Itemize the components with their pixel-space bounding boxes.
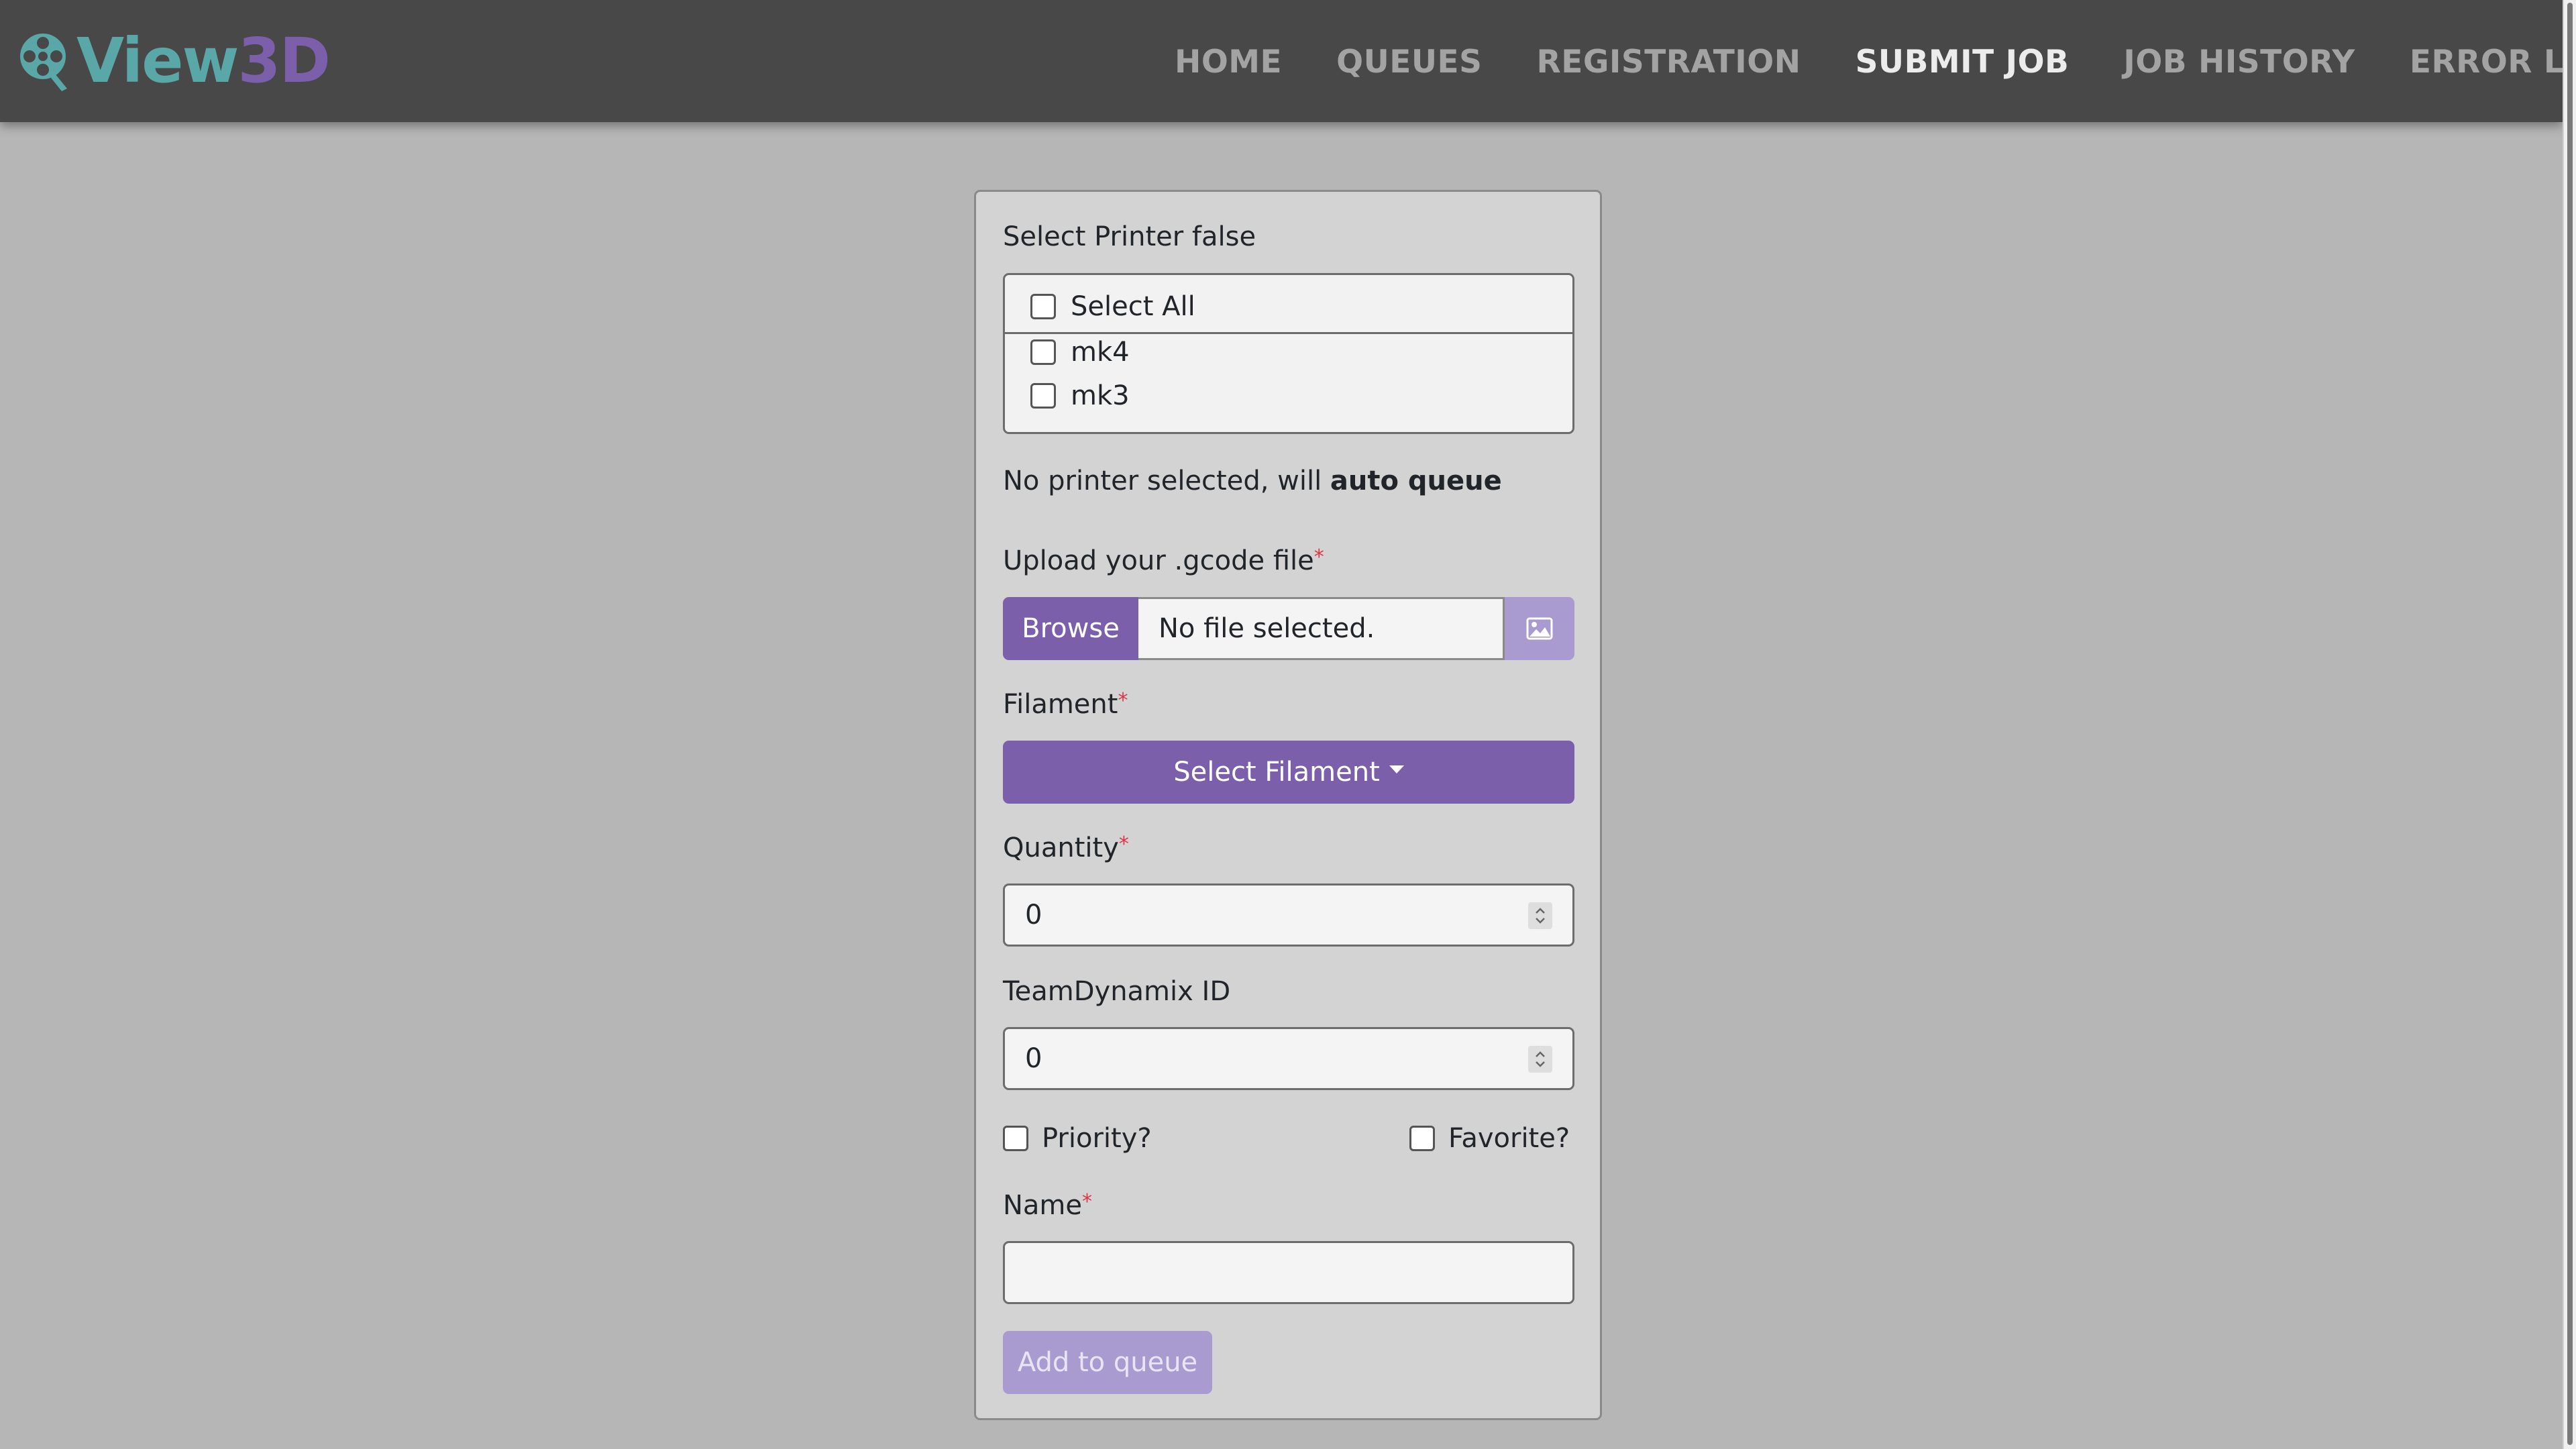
printer-status-bold: auto queue (1330, 466, 1502, 496)
filament-label-text: Filament (1003, 689, 1118, 720)
select-filament-dropdown[interactable]: Select Filament (1003, 741, 1574, 804)
printer-label-mk4: mk4 (1071, 337, 1130, 368)
favorite-checkbox[interactable] (1409, 1126, 1435, 1151)
submit-job-form: Select Printer false Select All mk4 mk3 … (974, 190, 1602, 1420)
caret-down-icon (1389, 765, 1404, 773)
priority-checkbox[interactable] (1003, 1126, 1028, 1151)
nav-home[interactable]: HOME (1175, 44, 1282, 80)
nav-job-history[interactable]: JOB HISTORY (2123, 44, 2355, 80)
teamdynamix-label: TeamDynamix ID (1003, 976, 1231, 1007)
printer-status-prefix: No printer selected, will (1003, 466, 1330, 496)
quantity-label: Quantity* (1003, 833, 1129, 863)
teamdynamix-value: 0 (1025, 1043, 1042, 1074)
spinner-arrows-icon[interactable] (1528, 902, 1552, 929)
browse-button[interactable]: Browse (1003, 597, 1138, 660)
required-marker: * (1082, 1190, 1093, 1214)
select-all-label: Select All (1071, 291, 1195, 322)
required-marker: * (1118, 689, 1128, 712)
scrollbar-thumb[interactable] (2567, 3, 2573, 1445)
page-scrollbar[interactable] (2563, 0, 2576, 1449)
select-all-checkbox[interactable] (1030, 294, 1056, 319)
file-upload-group: Browse No file selected. (1003, 597, 1574, 660)
add-to-queue-button[interactable]: Add to queue (1003, 1331, 1212, 1394)
printer-row-mk3[interactable]: mk3 (1030, 380, 1130, 411)
name-input[interactable] (1003, 1241, 1574, 1304)
select-all-row[interactable]: Select All (1030, 291, 1195, 322)
printer-label-mk3: mk3 (1071, 380, 1130, 411)
nav-registration[interactable]: REGISTRATION (1537, 44, 1801, 80)
printer-selection-box: Select All mk4 mk3 (1003, 273, 1574, 434)
priority-row[interactable]: Priority? (1003, 1123, 1152, 1154)
printer-divider (1005, 332, 1572, 334)
priority-label: Priority? (1042, 1123, 1152, 1154)
favorite-row[interactable]: Favorite? (1409, 1123, 1570, 1154)
file-name-display[interactable]: No file selected. (1138, 597, 1505, 660)
teamdynamix-input[interactable]: 0 (1003, 1027, 1574, 1090)
favorite-label: Favorite? (1448, 1123, 1570, 1154)
printer-row-mk4[interactable]: mk4 (1030, 337, 1130, 368)
required-marker: * (1118, 833, 1129, 856)
upload-label-text: Upload your .gcode file (1003, 545, 1314, 576)
brand-logo[interactable]: View 3D (16, 20, 331, 101)
nav-queues[interactable]: QUEUES (1336, 44, 1482, 80)
select-filament-label: Select Filament (1173, 757, 1380, 788)
required-marker: * (1313, 545, 1324, 569)
spinner-arrows-icon[interactable] (1528, 1046, 1552, 1073)
brand-view-text: View (76, 24, 239, 97)
film-reel-magnifier-icon (20, 34, 67, 91)
upload-label: Upload your .gcode file* (1003, 545, 1324, 576)
nav-error-log[interactable]: ERROR LOG (2410, 44, 2576, 80)
image-icon (1526, 617, 1553, 640)
quantity-value: 0 (1025, 900, 1042, 930)
select-printer-label: Select Printer false (1003, 221, 1256, 252)
quantity-label-text: Quantity (1003, 833, 1119, 863)
printer-checkbox-mk3[interactable] (1030, 383, 1056, 409)
filament-label: Filament* (1003, 689, 1128, 720)
name-label-text: Name (1003, 1190, 1083, 1221)
printer-status-text: No printer selected, will auto queue (1003, 466, 1502, 496)
name-label: Name* (1003, 1190, 1092, 1221)
navbar: View 3D HOME QUEUES REGISTRATION SUBMIT J… (0, 0, 2576, 122)
brand-3d-text: 3D (237, 24, 331, 97)
printer-checkbox-mk4[interactable] (1030, 339, 1056, 365)
nav-submit-job[interactable]: SUBMIT JOB (1856, 44, 2070, 80)
image-preview-button[interactable] (1505, 597, 1574, 660)
quantity-input[interactable]: 0 (1003, 883, 1574, 947)
nav-links: HOME QUEUES REGISTRATION SUBMIT JOB JOB … (1175, 38, 2576, 86)
